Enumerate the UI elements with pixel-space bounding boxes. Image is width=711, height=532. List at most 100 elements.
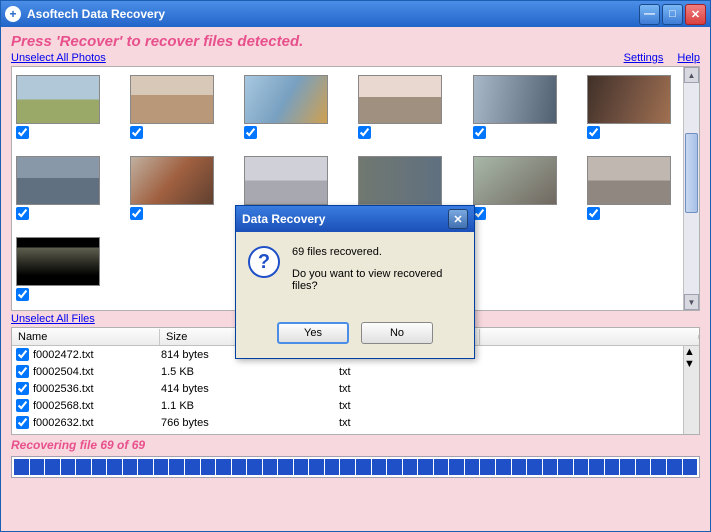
progress-segment <box>558 459 573 475</box>
progress-segment <box>123 459 138 475</box>
file-checkbox[interactable] <box>16 399 29 412</box>
photo-checkbox[interactable] <box>130 126 143 139</box>
photo-thumbnail[interactable] <box>473 75 557 124</box>
photo-thumbnail[interactable] <box>16 237 100 286</box>
photo-item[interactable] <box>358 75 466 139</box>
photo-item[interactable] <box>244 75 352 139</box>
file-name: f0002568.txt <box>33 400 161 412</box>
progress-segment <box>449 459 464 475</box>
photo-scrollbar[interactable]: ▲ ▼ <box>683 67 699 310</box>
recovery-dialog: Data Recovery ✕ ? 69 files recovered. Do… <box>235 205 475 359</box>
photo-thumbnail[interactable] <box>587 75 671 124</box>
photo-checkbox[interactable] <box>244 126 257 139</box>
col-header-name[interactable]: Name <box>12 329 160 345</box>
photo-item[interactable] <box>130 156 238 220</box>
maximize-button[interactable]: □ <box>662 4 683 25</box>
photo-thumbnail[interactable] <box>587 156 671 205</box>
progress-segment <box>216 459 231 475</box>
photo-checkbox[interactable] <box>587 126 600 139</box>
no-button[interactable]: No <box>361 322 433 344</box>
window-title: Asoftech Data Recovery <box>27 7 639 21</box>
photo-thumbnail[interactable] <box>16 156 100 205</box>
photo-item[interactable] <box>16 237 124 301</box>
photo-checkbox[interactable] <box>473 126 486 139</box>
help-link[interactable]: Help <box>677 52 700 64</box>
photo-checkbox[interactable] <box>358 126 371 139</box>
progress-segment <box>278 459 293 475</box>
progress-segment <box>496 459 511 475</box>
progress-segment <box>30 459 45 475</box>
progress-segment <box>45 459 60 475</box>
file-name: f0002536.txt <box>33 383 161 395</box>
close-button[interactable]: ✕ <box>685 4 706 25</box>
file-size: 766 bytes <box>161 417 339 429</box>
progress-segment <box>372 459 387 475</box>
photo-thumbnail[interactable] <box>244 156 328 205</box>
progress-segment <box>543 459 558 475</box>
progress-segment <box>465 459 480 475</box>
yes-button[interactable]: Yes <box>277 322 349 344</box>
progress-segment <box>14 459 29 475</box>
table-row[interactable]: f0002632.txt766 bytestxt <box>12 414 699 431</box>
scroll-down-icon[interactable]: ▼ <box>684 294 699 310</box>
minimize-button[interactable]: — <box>639 4 660 25</box>
dialog-titlebar: Data Recovery ✕ <box>236 206 474 232</box>
progress-segment <box>154 459 169 475</box>
photo-thumbnail[interactable] <box>473 156 557 205</box>
progress-segment <box>263 459 278 475</box>
dialog-line1: 69 files recovered. <box>292 246 462 258</box>
progress-segment <box>325 459 340 475</box>
file-checkbox[interactable] <box>16 365 29 378</box>
photo-thumbnail[interactable] <box>244 75 328 124</box>
file-scrollbar[interactable]: ▲ ▼ <box>683 346 699 434</box>
unselect-photos-link[interactable]: Unselect All Photos <box>11 52 106 64</box>
photo-item[interactable] <box>473 156 581 220</box>
photo-checkbox[interactable] <box>587 207 600 220</box>
progress-segment <box>574 459 589 475</box>
progress-segment <box>636 459 651 475</box>
table-row[interactable]: f0002504.txt1.5 KBtxt <box>12 363 699 380</box>
photo-item[interactable] <box>16 156 124 220</box>
photo-checkbox[interactable] <box>16 207 29 220</box>
photo-checkbox[interactable] <box>16 288 29 301</box>
photo-item[interactable] <box>587 156 695 220</box>
table-row[interactable]: f0002536.txt414 bytestxt <box>12 380 699 397</box>
progress-segment <box>169 459 184 475</box>
scroll-up-icon[interactable]: ▲ <box>684 67 699 83</box>
progress-segment <box>589 459 604 475</box>
photo-thumbnail[interactable] <box>130 75 214 124</box>
scroll-thumb[interactable] <box>685 133 698 213</box>
app-icon: + <box>5 6 21 22</box>
table-row[interactable]: f0002568.txt1.1 KBtxt <box>12 397 699 414</box>
question-icon: ? <box>248 246 280 278</box>
progress-segment <box>92 459 107 475</box>
settings-link[interactable]: Settings <box>624 52 664 64</box>
scroll-down-icon[interactable]: ▼ <box>684 358 699 370</box>
progress-segment <box>418 459 433 475</box>
dialog-title: Data Recovery <box>242 212 448 226</box>
file-extension: txt <box>339 366 481 378</box>
progress-segment <box>683 459 698 475</box>
file-checkbox[interactable] <box>16 416 29 429</box>
dialog-buttons: Yes No <box>236 316 474 358</box>
progress-segment <box>76 459 91 475</box>
file-size: 1.1 KB <box>161 400 339 412</box>
photo-thumbnail[interactable] <box>358 75 442 124</box>
photo-checkbox[interactable] <box>130 207 143 220</box>
scroll-track[interactable] <box>684 83 699 294</box>
file-checkbox[interactable] <box>16 348 29 361</box>
progress-segment <box>434 459 449 475</box>
photo-thumbnail[interactable] <box>358 156 442 205</box>
photo-item[interactable] <box>587 75 695 139</box>
progress-segment <box>309 459 324 475</box>
photo-item[interactable] <box>16 75 124 139</box>
progress-segment <box>61 459 76 475</box>
photo-checkbox[interactable] <box>16 126 29 139</box>
dialog-close-button[interactable]: ✕ <box>448 209 468 229</box>
photo-thumbnail[interactable] <box>130 156 214 205</box>
photo-thumbnail[interactable] <box>16 75 100 124</box>
file-checkbox[interactable] <box>16 382 29 395</box>
photo-item[interactable] <box>473 75 581 139</box>
scroll-up-icon[interactable]: ▲ <box>684 346 699 358</box>
photo-item[interactable] <box>130 75 238 139</box>
